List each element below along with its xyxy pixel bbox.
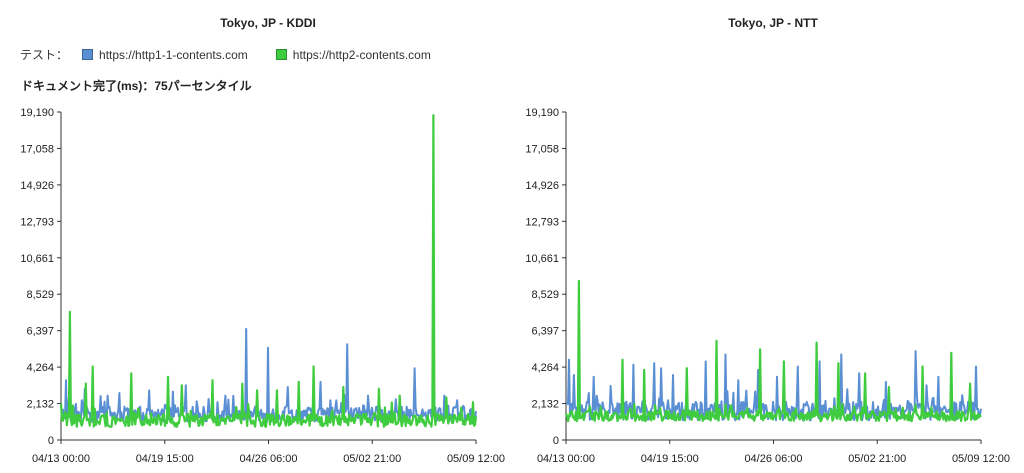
- y-tick-label: 10,661: [525, 253, 559, 265]
- x-tick-label: 05/09 12:00: [952, 453, 1010, 465]
- x-tick-label: 04/19 15:00: [136, 453, 194, 465]
- y-tick-label: 0: [48, 435, 54, 447]
- y-tick-label: 19,190: [20, 107, 54, 119]
- y-tick-label: 6,397: [531, 326, 559, 338]
- charts-canvas: 0 2,132 4,264 6,397 8,529 10,661 12,793 14,926 1…: [20, 107, 1010, 465]
- y-tick-label: 2,132: [531, 399, 559, 411]
- y-tick-label: 6,397: [26, 326, 54, 338]
- y-tick-label: 4,264: [26, 362, 54, 374]
- y-tick-label: 8,529: [26, 289, 54, 301]
- x-tick-label: 04/26 06:00: [744, 453, 802, 465]
- y-tick-label: 8,529: [531, 289, 559, 301]
- y-tick-label: 14,926: [20, 180, 54, 192]
- x-tick-label: 04/13 00:00: [32, 453, 90, 465]
- x-tick-label: 04/13 00:00: [537, 453, 595, 465]
- y-tick-label: 12,793: [525, 216, 559, 228]
- y-tick-label: 12,793: [20, 216, 54, 228]
- x-tick-label: 05/09 12:00: [447, 453, 505, 465]
- y-tick-label: 10,661: [20, 253, 54, 265]
- y-tick-label: 17,058: [20, 143, 54, 155]
- y-tick-label: 17,058: [525, 143, 559, 155]
- x-tick-label: 04/19 15:00: [641, 453, 699, 465]
- y-tick-label: 0: [553, 435, 559, 447]
- x-tick-label: 05/02 21:00: [343, 453, 401, 465]
- y-tick-label: 14,926: [525, 180, 559, 192]
- y-tick-label: 4,264: [531, 362, 559, 374]
- y-tick-label: 2,132: [26, 399, 54, 411]
- y-tick-label: 19,190: [525, 107, 559, 119]
- x-tick-label: 04/26 06:00: [239, 453, 297, 465]
- series-line-http2: [564, 279, 982, 423]
- x-tick-label: 05/02 21:00: [848, 453, 906, 465]
- series-line-http1: [60, 327, 477, 424]
